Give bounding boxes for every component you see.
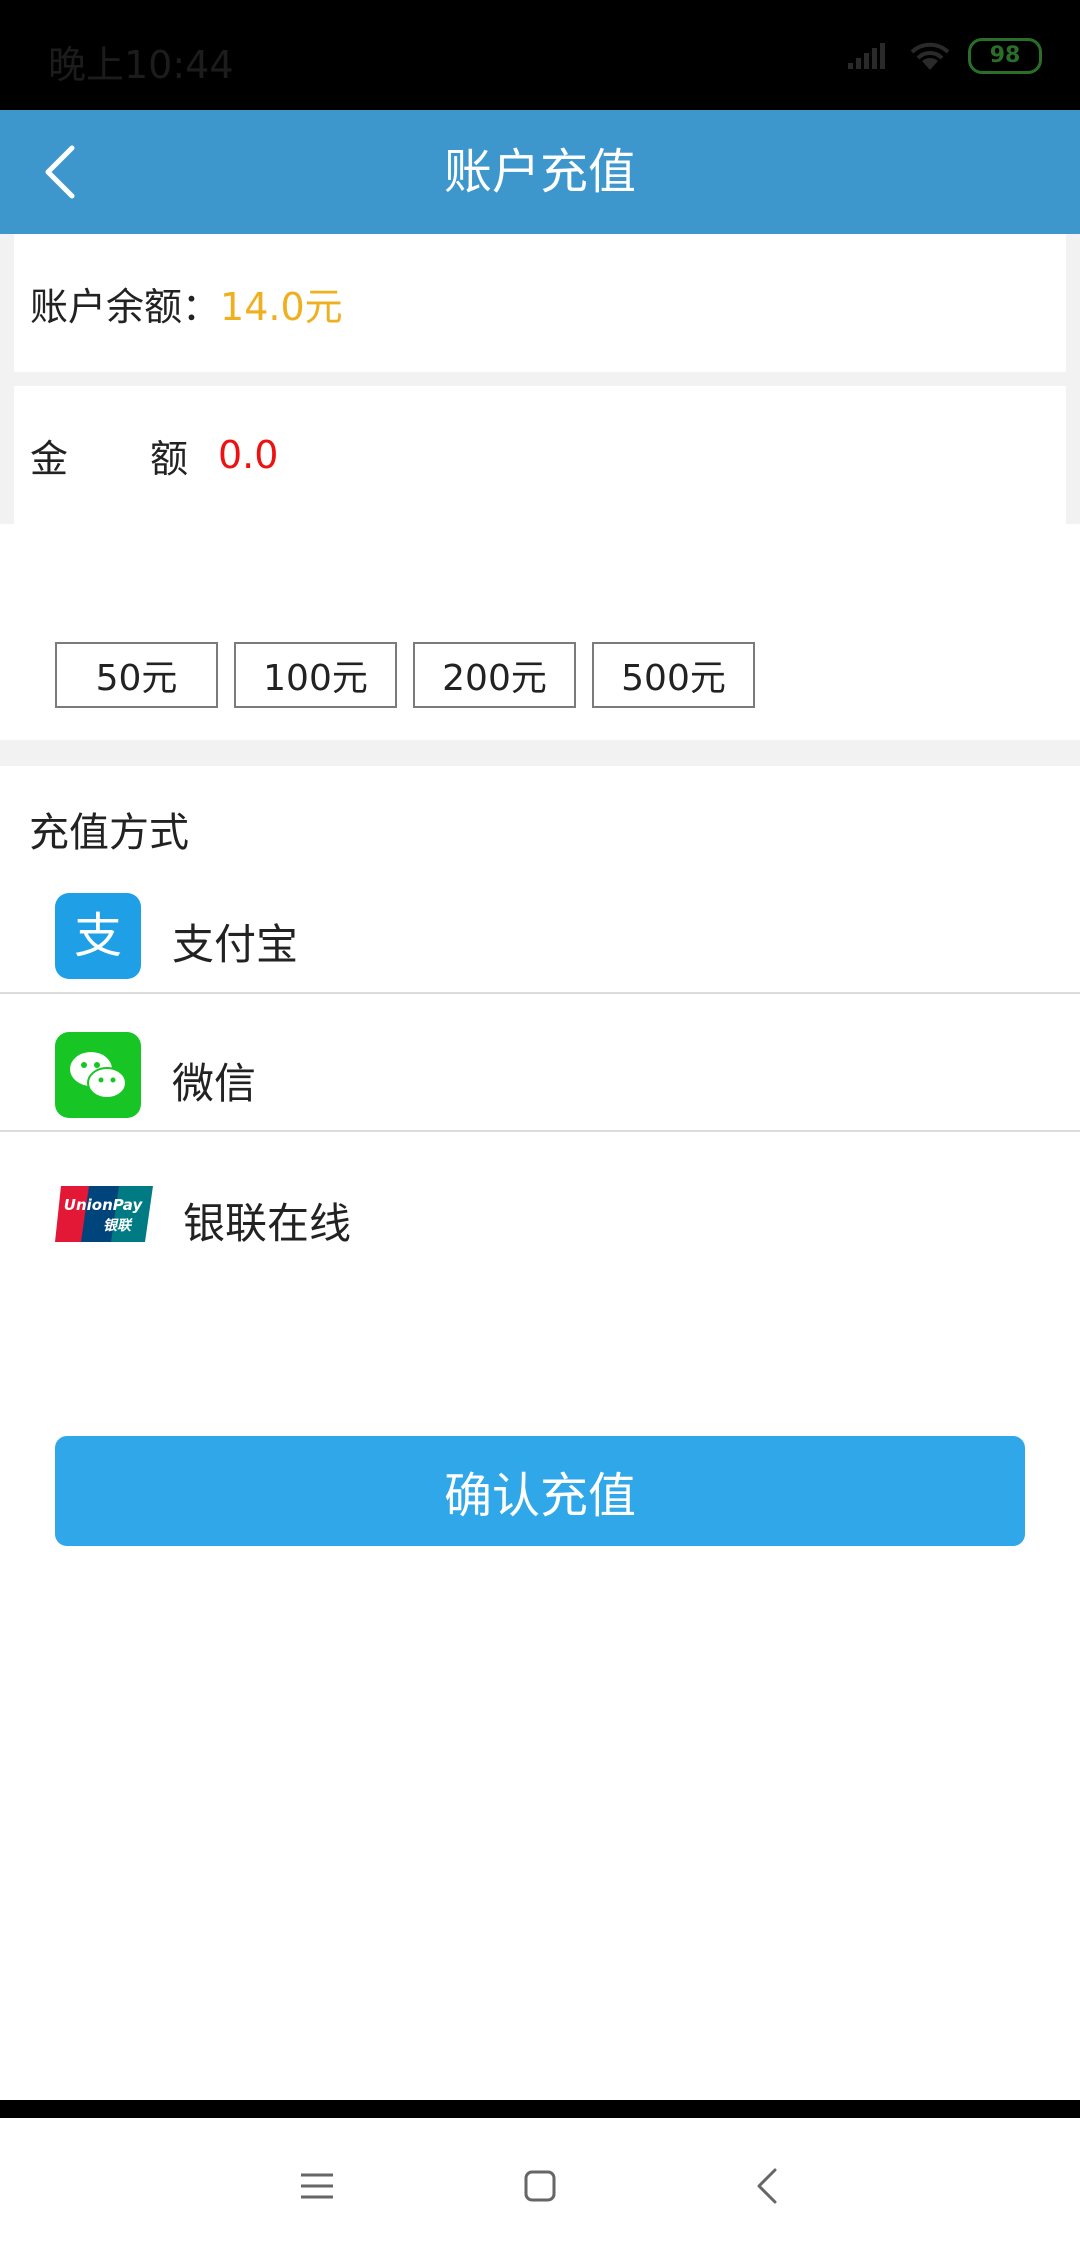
status-icons: 98 bbox=[848, 38, 1042, 74]
payment-option-wechat[interactable]: 微信 bbox=[0, 994, 1080, 1132]
payment-option-alipay[interactable]: 支 支付宝 bbox=[0, 856, 1080, 994]
battery-indicator: 98 bbox=[968, 38, 1042, 74]
confirm-recharge-button[interactable]: 确认充值 bbox=[55, 1436, 1025, 1546]
section-divider bbox=[0, 740, 1080, 766]
unionpay-icon: UnionPay 银联 bbox=[55, 1182, 153, 1246]
app-bar: 账户充值 bbox=[0, 110, 1080, 234]
unionpay-label: 银联在线 bbox=[183, 1199, 352, 1248]
chevron-left-icon bbox=[45, 145, 75, 199]
signal-icon bbox=[848, 43, 885, 69]
menu-icon bbox=[301, 2173, 333, 2199]
bottom-edge bbox=[0, 2100, 1080, 2118]
balance-label: 账户余额： bbox=[30, 284, 221, 329]
nav-back-button[interactable] bbox=[737, 2156, 797, 2216]
amount-label: 金额 bbox=[30, 436, 271, 481]
nav-menu-button[interactable] bbox=[287, 2156, 347, 2216]
quick-amount-area: 50元 100元 200元 500元 bbox=[0, 524, 1080, 740]
alipay-label: 支付宝 bbox=[172, 920, 299, 969]
back-triangle-icon bbox=[757, 2168, 777, 2204]
status-bar: 晚上10:44 98 bbox=[0, 0, 1080, 110]
wifi-icon bbox=[910, 42, 950, 70]
quick-amount-100-button[interactable]: 100元 bbox=[234, 642, 397, 708]
payment-section-title: 充值方式 bbox=[29, 810, 189, 856]
svg-text:UnionPay: UnionPay bbox=[64, 1196, 144, 1214]
wechat-label: 微信 bbox=[172, 1059, 257, 1108]
balance-value: 14.0元 bbox=[220, 284, 343, 329]
nav-home-button[interactable] bbox=[510, 2156, 570, 2216]
status-time: 晚上10:44 bbox=[48, 43, 234, 87]
payment-option-unionpay[interactable]: UnionPay 银联 银联在线 bbox=[0, 1132, 1080, 1270]
svg-text:银联: 银联 bbox=[103, 1217, 133, 1234]
back-button[interactable] bbox=[20, 132, 100, 212]
page-title: 账户充值 bbox=[443, 144, 636, 200]
quick-amount-500-button[interactable]: 500元 bbox=[592, 642, 755, 708]
system-nav-bar bbox=[0, 2118, 1080, 2248]
amount-row[interactable]: 金额 0.0 bbox=[14, 386, 1066, 524]
home-square-icon bbox=[524, 2170, 556, 2202]
wechat-icon bbox=[55, 1032, 141, 1118]
quick-amount-200-button[interactable]: 200元 bbox=[413, 642, 576, 708]
balance-row: 账户余额： 14.0元 bbox=[14, 234, 1066, 372]
amount-input[interactable]: 0.0 bbox=[218, 433, 278, 477]
svg-text:支: 支 bbox=[74, 908, 122, 964]
quick-amount-50-button[interactable]: 50元 bbox=[55, 642, 218, 708]
alipay-icon: 支 bbox=[55, 893, 141, 979]
